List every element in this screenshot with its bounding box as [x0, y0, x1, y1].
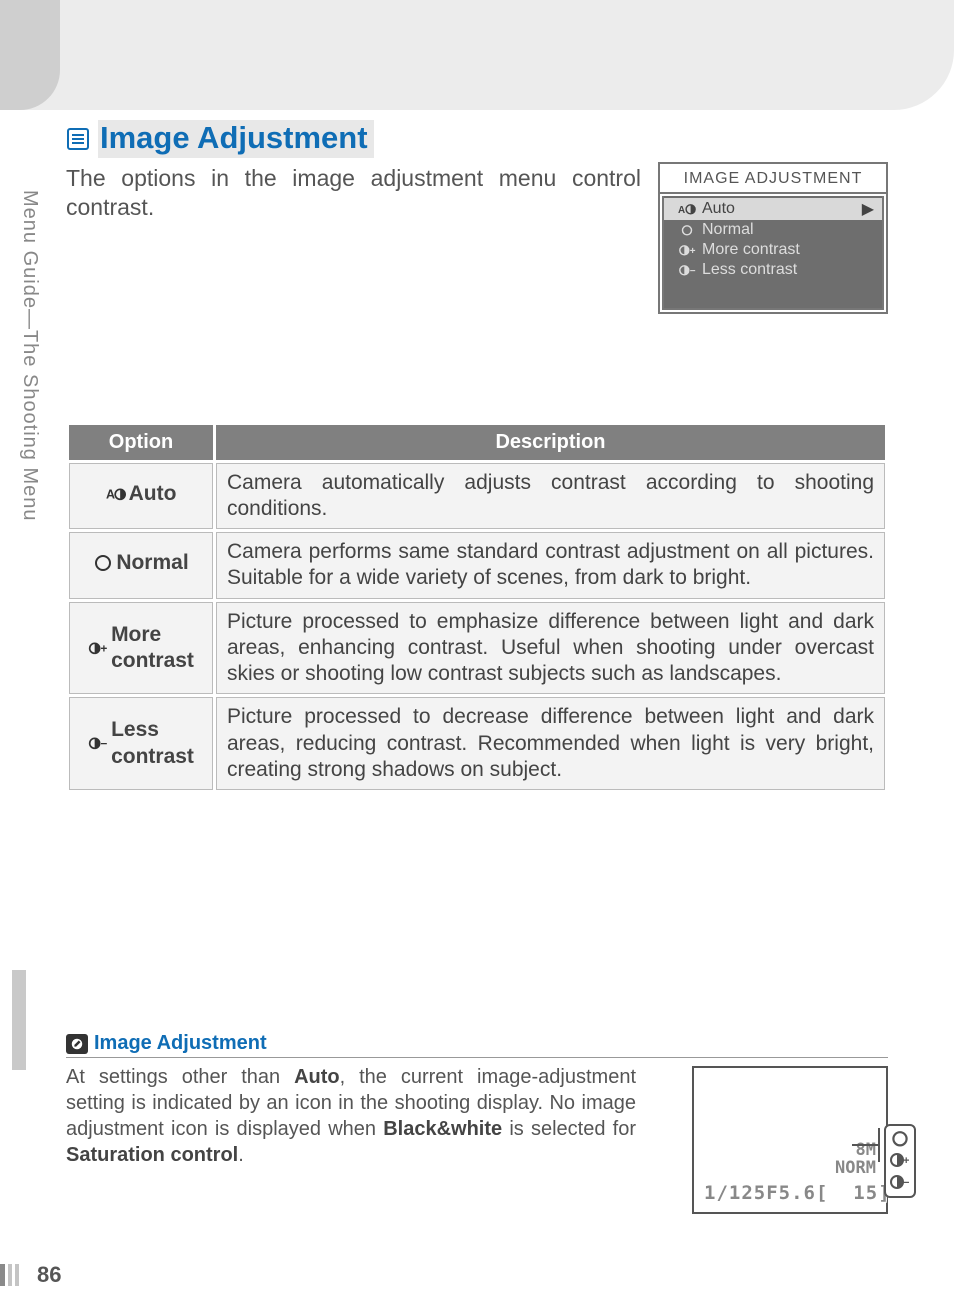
camera-menu-screenshot: IMAGE ADJUSTMENT A Auto ▶ Normal + More … — [658, 162, 888, 314]
menu-title: IMAGE ADJUSTMENT — [660, 164, 886, 194]
more-contrast-icon: + — [88, 638, 108, 658]
option-label: Lesscontrast — [111, 717, 194, 770]
auto-contrast-icon: A — [106, 485, 126, 505]
page-footer: 86 — [0, 1262, 61, 1288]
table-row: A Auto Camera automatically adjusts contr… — [69, 463, 885, 530]
note-body: At settings other than Auto, the current… — [66, 1064, 636, 1168]
svg-text:A: A — [678, 205, 685, 216]
intro-text: The options in the image adjustment menu… — [66, 164, 641, 222]
lcd-aperture: F5.6 — [766, 1182, 816, 1204]
option-label: Auto — [129, 481, 177, 507]
less-contrast-icon: − — [678, 263, 696, 277]
menu-list-icon — [66, 127, 90, 151]
lcd-shots: [ 15] — [816, 1182, 891, 1204]
note-title: Image Adjustment — [94, 1032, 267, 1055]
lcd-display: 8M NORM 1/125 F5.6 [ 15] + − — [692, 1066, 888, 1214]
option-description: Camera automatically adjusts contrast ac… — [216, 463, 885, 530]
menu-item-label: Less contrast — [702, 261, 797, 279]
option-description: Camera performs same standard contrast a… — [216, 532, 885, 599]
table-row: Normal Camera performs same standard con… — [69, 532, 885, 599]
svg-text:−: − — [690, 266, 696, 277]
option-description: Picture processed to emphasize differenc… — [216, 602, 885, 695]
normal-contrast-icon — [889, 1130, 911, 1148]
svg-text:+: + — [903, 1155, 909, 1167]
chevron-right-icon: ▶ — [862, 199, 874, 219]
more-contrast-icon: + — [678, 243, 696, 257]
menu-item-label: Normal — [702, 221, 754, 239]
option-label: Normal — [116, 550, 188, 576]
page-number: 86 — [37, 1262, 61, 1288]
table-header-description: Description — [216, 425, 885, 460]
side-tab — [0, 0, 60, 110]
option-label: Morecontrast — [111, 622, 194, 675]
note-pencil-icon — [66, 1034, 88, 1054]
table-row: −Lesscontrast Picture processed to decre… — [69, 697, 885, 790]
svg-text:+: + — [101, 642, 108, 655]
side-strip — [12, 970, 26, 1070]
icon-callout: + − — [884, 1124, 916, 1198]
options-table: Option Description A Auto Camera automati… — [66, 422, 888, 794]
section-title: Image Adjustment — [98, 120, 374, 158]
lcd-shutter: 1/125 — [704, 1182, 766, 1204]
table-header-option: Option — [69, 425, 213, 460]
menu-item-normal: Normal — [664, 220, 882, 240]
normal-contrast-icon — [678, 223, 696, 237]
option-description: Picture processed to decrease difference… — [216, 697, 885, 790]
menu-item-label: More contrast — [702, 241, 800, 259]
svg-text:−: − — [101, 738, 108, 751]
callout-line — [852, 1144, 878, 1146]
table-row: +Morecontrast Picture processed to empha… — [69, 602, 885, 695]
menu-item-label: Auto — [702, 200, 735, 218]
auto-contrast-icon: A — [678, 202, 696, 216]
menu-item-more: + More contrast — [664, 240, 882, 260]
footer-bars-icon — [0, 1264, 19, 1286]
side-column: Menu Guide—The Shooting Menu — [0, 110, 60, 1314]
menu-item-auto: A Auto ▶ — [664, 198, 882, 220]
lcd-norm: NORM — [835, 1159, 876, 1178]
more-contrast-icon: + — [889, 1152, 911, 1170]
header-bar — [0, 0, 954, 110]
svg-text:−: − — [903, 1177, 909, 1189]
less-contrast-icon: − — [88, 734, 108, 754]
section-breadcrumb: Menu Guide—The Shooting Menu — [18, 190, 41, 522]
menu-item-less: − Less contrast — [664, 260, 882, 280]
less-contrast-icon: − — [889, 1174, 911, 1192]
svg-text:+: + — [690, 246, 696, 257]
svg-text:A: A — [106, 488, 115, 502]
normal-contrast-icon — [93, 553, 113, 573]
